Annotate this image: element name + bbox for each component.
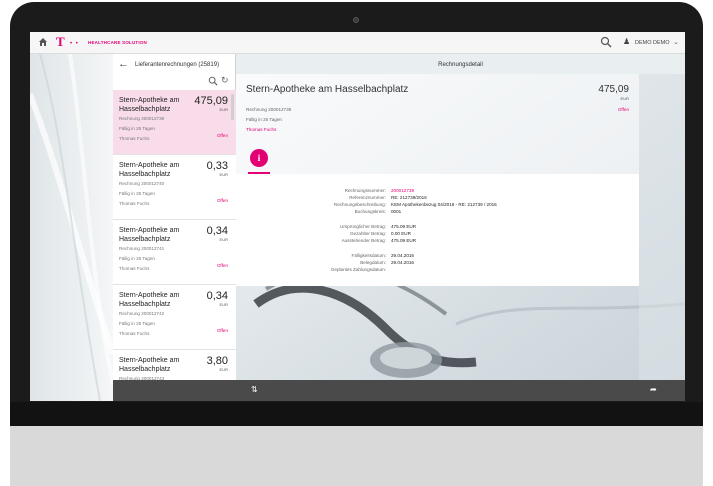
field-label: Buchungskreis: (354, 209, 386, 214)
item-amount: 0,34 (206, 225, 228, 237)
monitor-stand (10, 426, 703, 486)
item-name: Stern-Apotheke am Hasselbachplatz (119, 162, 180, 178)
item-status: Offen (216, 263, 228, 268)
item-name: Stern-Apotheke am Hasselbachplatz (119, 97, 180, 113)
item-currency: EUR (219, 107, 228, 112)
item-currency: EUR (219, 367, 228, 372)
status-badge: Offen (617, 107, 629, 112)
list-item[interactable]: Stern-Apotheke am Hasselbachplatz 475,09… (113, 90, 236, 155)
telekom-logo: T (56, 34, 65, 49)
share-icon[interactable]: ➦ (650, 385, 657, 394)
field-label: Gezahlter Betrag: (349, 231, 386, 236)
object-invoice: Rechnung 200012739 (246, 107, 292, 112)
item-due: Fällig in 25 Tagen (119, 256, 155, 261)
list-item[interactable]: Stern-Apotheke am Hasselbachplatz 0,33 E… (113, 155, 236, 220)
logo-dots: • • (70, 41, 79, 47)
detail-panel: Stern-Apotheke am Hasselbachplatz 475,09… (236, 74, 685, 380)
sort-icon[interactable]: ⇅ (251, 385, 258, 394)
object-currency: EUR (620, 96, 629, 101)
item-currency: EUR (219, 302, 228, 307)
user-icon[interactable]: ♟ (623, 37, 630, 46)
list-item[interactable]: Stern-Apotheke am Hasselbachplatz 0,34 E… (113, 285, 236, 350)
list-scrollbar[interactable] (231, 94, 234, 120)
item-name: Stern-Apotheke am Hasselbachplatz (119, 227, 180, 243)
master-title: Lieferantenrechnungen (25819) (135, 62, 220, 68)
field-label: Ausstehender Betrag: (341, 238, 386, 243)
item-amount: 3,80 (206, 355, 228, 367)
left-background (30, 54, 113, 401)
item-amount: 475,09 (194, 95, 228, 107)
field-label: Belegdatum: (360, 260, 386, 265)
field-label: Geplantes Zahlungsdatum: (330, 267, 386, 272)
item-name: Stern-Apotheke am Hasselbachplatz (119, 292, 180, 308)
item-due: Fällig in 25 Tagen (119, 126, 155, 131)
refresh-icon[interactable]: ↻ (221, 75, 229, 86)
invoice-list: Stern-Apotheke am Hasselbachplatz 475,09… (113, 90, 236, 401)
invoice-details-form: Rechnungsnummer: 200012739 Referenznumme… (236, 174, 639, 286)
item-invoice: Rechnung 200012742 (119, 311, 165, 316)
object-person[interactable]: Thomas Fuchs (246, 127, 276, 132)
item-status: Offen (216, 198, 228, 203)
item-name: Stern-Apotheke am Hasselbachplatz (119, 357, 180, 373)
field-value[interactable]: 200012739 (391, 188, 414, 194)
master-toolbar: Suchen ↻ (113, 75, 236, 90)
field-value: KEM Apothekenbezug 04/2016 - RE: 212739 … (391, 202, 497, 207)
app-screen: T • • HEALTHCARE SOLUTION ♟ DEMO DEMO ⌄ … (30, 32, 685, 401)
field-value: 29.04.2016 (391, 260, 414, 265)
item-currency: EUR (219, 172, 228, 177)
field-label: Referenznummer: (349, 195, 386, 200)
monitor-mockup: T • • HEALTHCARE SOLUTION ♟ DEMO DEMO ⌄ … (0, 0, 713, 486)
item-amount: 0,34 (206, 290, 228, 302)
item-invoice: Rechnung 200012740 (119, 181, 165, 186)
info-icon[interactable]: i (250, 149, 268, 167)
item-due: Fällig in 25 Tagen (119, 191, 155, 196)
chevron-down-icon[interactable]: ⌄ (673, 38, 679, 46)
shell-bar: T • • HEALTHCARE SOLUTION ♟ DEMO DEMO ⌄ (30, 32, 685, 54)
footer-toolbar: ⇅ ➦ (113, 380, 685, 401)
item-due: Fällig in 25 Tagen (119, 321, 155, 326)
field-value: 475.09 EUR (391, 224, 417, 229)
object-title: Stern-Apotheke am Hasselbachplatz (246, 84, 409, 95)
field-value: 475.09 EUR (391, 238, 417, 243)
item-person: Thomas Fuchs (119, 331, 150, 336)
search-icon[interactable] (208, 76, 218, 86)
field-value: 0001 (391, 209, 402, 214)
camera-icon (353, 17, 359, 23)
list-item[interactable]: Stern-Apotheke am Hasselbachplatz 0,34 E… (113, 220, 236, 285)
master-header: ← Lieferantenrechnungen (25819) (113, 54, 236, 76)
field-value: RE: 212739/2016 (391, 195, 427, 200)
item-status: Offen (216, 133, 228, 138)
item-currency: EUR (219, 237, 228, 242)
object-amount: 475,09 (598, 84, 629, 95)
item-status: Offen (216, 328, 228, 333)
home-icon[interactable] (38, 37, 48, 47)
field-label: Fälligkeitsdatum: (351, 253, 386, 258)
field-label: Rechnungsbeschreibung: (333, 202, 386, 207)
item-person: Thomas Fuchs (119, 201, 150, 206)
field-value: 0.00 EUR (391, 231, 411, 236)
monitor-chin (10, 402, 703, 426)
item-amount: 0,33 (206, 160, 228, 172)
brand-name: HEALTHCARE SOLUTION (88, 40, 147, 45)
field-label: Rechnungsnummer: (344, 188, 386, 193)
user-name[interactable]: DEMO DEMO (635, 40, 670, 46)
field-label: Ursprünglicher Betrag: (340, 224, 386, 229)
back-arrow-icon[interactable]: ← (118, 58, 129, 70)
object-due: Fällig in 25 Tagen (246, 117, 282, 122)
object-header: Stern-Apotheke am Hasselbachplatz 475,09… (236, 74, 639, 174)
detail-header: Rechnungsdetail (236, 54, 685, 74)
item-person: Thomas Fuchs (119, 266, 150, 271)
search-input[interactable]: Suchen (117, 76, 201, 88)
field-value: 29.04.2016 (391, 253, 414, 258)
item-invoice: Rechnung 200012739 (119, 116, 165, 121)
item-invoice: Rechnung 200012741 (119, 246, 165, 251)
page-title: Rechnungsdetail (438, 62, 483, 68)
search-icon[interactable] (600, 36, 612, 48)
item-person: Thomas Fuchs (119, 136, 150, 141)
